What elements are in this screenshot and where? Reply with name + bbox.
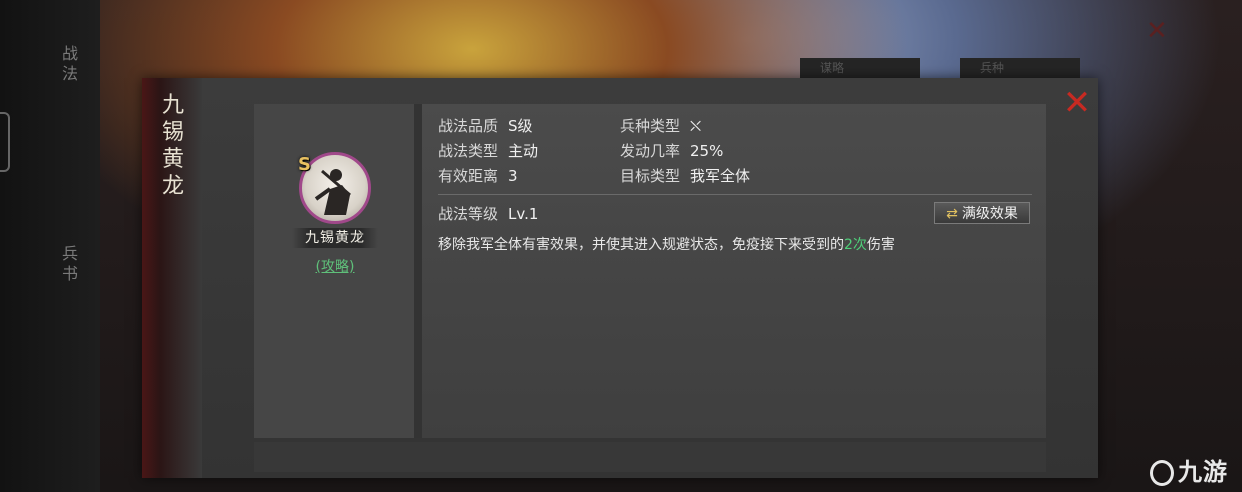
attr-troop-label: 兵种类型: [620, 117, 681, 135]
close-icon: ✕: [1062, 83, 1092, 123]
skill-portrait-panel: S 九锡黄龙 (攻略): [254, 104, 414, 438]
rail-label-skills[interactable]: 战法: [62, 44, 82, 84]
attr-rate-value: 25%: [690, 142, 724, 160]
watermark-text: 九游: [1178, 458, 1228, 486]
skill-detail-dialog: 九锡黄龙 ✕ S 九锡黄龙 (攻略) 战法品质 S级 兵种类型 ⛌ 战法类型 主动: [142, 78, 1098, 478]
full-level-effect-label: 满级效果: [961, 206, 1018, 222]
attr-level-value: Lv.1: [508, 205, 539, 223]
attr-target-label: 目标类型: [620, 167, 681, 185]
warrior-silhouette-icon: [314, 169, 351, 215]
skill-name-plate: 九锡黄龙: [292, 228, 378, 248]
close-button[interactable]: ✕: [1060, 86, 1094, 120]
description-text: 移除我军全体有害效果，并使其进入规避状态，免疫接下来受到的: [438, 237, 844, 253]
watermark: 九游: [1150, 452, 1228, 487]
rail-tab-handle[interactable]: [0, 112, 10, 172]
attr-type-label: 战法类型: [438, 142, 499, 160]
attr-quality-value: S级: [508, 117, 533, 135]
grade-badge: S: [298, 154, 311, 175]
attr-target-value: 我军全体: [690, 167, 751, 185]
description-tail: 伤害: [866, 237, 895, 253]
attr-rate-label: 发动几率: [620, 142, 681, 160]
dialog-title-bar: 九锡黄龙: [142, 78, 202, 478]
background-close-icon[interactable]: ✕: [1146, 16, 1168, 46]
dialog-title: 九锡黄龙: [161, 93, 184, 199]
attr-type: 战法类型 主动: [438, 141, 538, 161]
troop-type-icon: ⛌: [690, 117, 702, 135]
skill-info-panel: 战法品质 S级 兵种类型 ⛌ 战法类型 主动 发动几率 25% 有效距离 3 目标类型 我军…: [422, 104, 1046, 438]
divider-line: [438, 194, 1032, 195]
full-level-effect-button[interactable]: ⇄ 满级效果: [934, 202, 1030, 224]
attr-troop: 兵种类型 ⛌: [620, 116, 701, 136]
description-highlight: 2次: [844, 237, 867, 253]
attr-range-label: 有效距离: [438, 167, 499, 185]
bg-tab-troop[interactable]: 兵种: [960, 58, 1080, 78]
rail-label-books[interactable]: 兵书: [62, 244, 82, 284]
dialog-footer: [254, 442, 1046, 472]
attr-range-value: 3: [508, 167, 518, 185]
attr-range: 有效距离 3: [438, 166, 518, 186]
skill-description: 移除我军全体有害效果，并使其进入规避状态，免疫接下来受到的2次伤害: [438, 234, 895, 254]
attr-type-value: 主动: [508, 142, 539, 160]
attr-level: 战法等级 Lv.1: [438, 204, 538, 224]
left-rail: 战法 兵书: [0, 0, 100, 492]
panel-divider: [414, 104, 422, 438]
attr-target: 目标类型 我军全体: [620, 166, 750, 186]
attr-rate: 发动几率 25%: [620, 141, 723, 161]
watermark-logo-icon: [1150, 460, 1174, 486]
strategy-guide-link[interactable]: (攻略): [304, 256, 366, 276]
attr-level-label: 战法等级: [438, 205, 499, 223]
attr-quality-label: 战法品质: [438, 117, 499, 135]
bg-tab-strategy[interactable]: 谋略: [800, 58, 920, 78]
swap-arrows-icon: ⇄: [946, 206, 958, 222]
attr-quality: 战法品质 S级: [438, 116, 533, 136]
